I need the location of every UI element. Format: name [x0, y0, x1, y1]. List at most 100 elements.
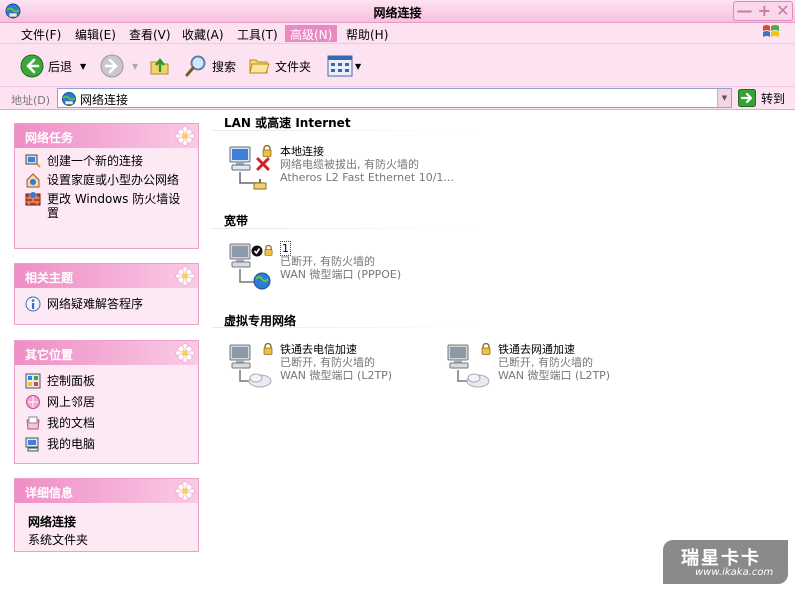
- connection-status: 已断开, 有防火墙的: [498, 356, 593, 369]
- windows-logo-icon: [763, 25, 779, 37]
- close-button[interactable]: ✕: [776, 3, 789, 19]
- menu-view[interactable]: 查看(V): [124, 25, 176, 42]
- up-folder-button[interactable]: [148, 53, 172, 79]
- menu-tools[interactable]: 工具(T): [232, 25, 283, 42]
- search-button[interactable]: 搜索: [184, 53, 236, 79]
- details-type: 系统文件夹: [28, 533, 89, 547]
- broadband-connection-icon: [229, 243, 273, 290]
- back-dropdown-icon[interactable]: ▼: [80, 62, 86, 71]
- connection-name: 铁通去电信加速: [280, 343, 357, 356]
- home-network-icon: [26, 173, 40, 188]
- connection-status: 已断开, 有防火墙的: [280, 356, 375, 369]
- connection-device: WAN 微型端口 (PPPOE): [280, 268, 402, 281]
- window-title: 网络连接: [373, 6, 422, 20]
- collapse-flower-icon[interactable]: [175, 343, 195, 363]
- maximize-button[interactable]: +: [758, 3, 771, 19]
- search-label: 搜索: [212, 59, 237, 74]
- address-label: 地址(D): [11, 94, 51, 107]
- views-button[interactable]: ▼: [327, 53, 361, 79]
- connection-name: 铁通去网通加速: [498, 343, 575, 356]
- other-places-header[interactable]: 其它位置: [15, 341, 198, 365]
- related-topics-panel: 相关主题 网络疑难解答程序: [14, 263, 199, 325]
- address-dropdown-icon[interactable]: ▼: [717, 89, 731, 107]
- menu-favorites[interactable]: 收藏(A): [177, 25, 229, 42]
- place-network-neighborhood[interactable]: 网上邻居: [25, 395, 192, 410]
- menu-bar: 文件(F) 编辑(E) 查看(V) 收藏(A) 工具(T) 高级(N) 帮助(H…: [0, 23, 795, 43]
- connection-local-area[interactable]: 本地连接 网络电缆被拔出, 有防火墙的 Atheros L2 Fast Ethe…: [228, 145, 454, 191]
- folders-button[interactable]: 文件夹: [247, 53, 311, 79]
- network-tasks-header[interactable]: 网络任务: [15, 124, 198, 148]
- related-topics-title: 相关主题: [25, 271, 74, 285]
- search-icon: [185, 55, 206, 77]
- new-connection-icon: [25, 154, 41, 168]
- network-connections-icon: [62, 92, 76, 106]
- place-my-computer[interactable]: 我的电脑: [25, 437, 192, 452]
- task-network-troubleshooter[interactable]: 网络疑难解答程序: [25, 296, 192, 312]
- forward-dropdown-icon[interactable]: ▼: [132, 62, 138, 71]
- group-title-lan: LAN 或高速 Internet: [224, 116, 351, 130]
- collapse-flower-icon[interactable]: [175, 266, 195, 286]
- menu-help[interactable]: 帮助(H): [341, 25, 393, 42]
- details-title: 详细信息: [25, 486, 74, 500]
- forward-button[interactable]: ▼: [100, 53, 138, 79]
- place-my-documents[interactable]: 我的文档: [25, 416, 192, 431]
- vpn-connection-icon: [229, 343, 273, 388]
- connection-status: 已断开, 有防火墙的: [280, 255, 375, 268]
- task-setup-home-network[interactable]: 设置家庭或小型办公网络: [25, 173, 192, 188]
- address-value: 网络连接: [80, 93, 129, 107]
- title-bar: 网络连接 — + ✕: [0, 0, 795, 23]
- task-create-connection[interactable]: 创建一个新的连接: [25, 154, 192, 169]
- my-documents-icon: [26, 416, 40, 430]
- group-title-broadband: 宽带: [224, 214, 249, 228]
- watermark: 瑞星卡卡 www.ikaka.com: [663, 540, 788, 584]
- task-pane: 网络任务 创建一个新的连接 设置家庭或小型办公网络 更改 Windows 防火墙…: [0, 111, 212, 592]
- other-places-panel: 其它位置 控制面板 网上邻居 我的文档 我的电脑: [14, 340, 199, 464]
- details-panel: 详细信息 网络连接 系统文件夹: [14, 478, 199, 552]
- collapse-flower-icon[interactable]: [175, 481, 195, 501]
- details-name: 网络连接: [28, 515, 77, 529]
- connection-vpn-telecom[interactable]: 铁通去电信加速 已断开, 有防火墙的 WAN 微型端口 (L2TP): [228, 343, 392, 389]
- back-arrow-icon: [20, 54, 44, 78]
- menu-edit[interactable]: 编辑(E): [70, 25, 121, 42]
- go-label: 转到: [761, 91, 786, 106]
- network-tasks-title: 网络任务: [25, 131, 74, 145]
- views-dropdown-icon[interactable]: ▼: [355, 62, 361, 71]
- group-divider: [212, 130, 480, 131]
- back-button[interactable]: 后退 ▼: [20, 53, 86, 79]
- vpn-connection-icon: [447, 343, 491, 388]
- network-places-icon: [26, 395, 40, 409]
- back-label: 后退: [48, 59, 73, 74]
- toolbar: 后退 ▼ ▼ 搜索 文件夹 ▼: [0, 43, 795, 86]
- group-divider: [212, 327, 480, 328]
- task-firewall-settings[interactable]: 更改 Windows 防火墙设置: [25, 192, 192, 220]
- connection-name: 1: [280, 241, 291, 256]
- other-places-title: 其它位置: [25, 348, 74, 362]
- up-folder-icon: [150, 58, 169, 75]
- collapse-flower-icon[interactable]: [175, 126, 195, 146]
- window-controls: — + ✕: [733, 1, 793, 21]
- group-divider: [212, 228, 480, 229]
- go-arrow-icon: [738, 89, 756, 107]
- menu-file[interactable]: 文件(F): [16, 25, 66, 42]
- minimize-button[interactable]: —: [737, 3, 753, 19]
- connection-name: 本地连接: [280, 145, 324, 158]
- my-computer-icon: [25, 437, 39, 452]
- address-field[interactable]: 网络连接 ▼: [57, 88, 732, 108]
- network-tasks-panel: 网络任务 创建一个新的连接 设置家庭或小型办公网络 更改 Windows 防火墙…: [14, 123, 199, 249]
- related-topics-header[interactable]: 相关主题: [15, 264, 198, 288]
- control-panel-icon: [25, 373, 41, 389]
- details-header[interactable]: 详细信息: [15, 479, 198, 503]
- connection-vpn-netcom[interactable]: 铁通去网通加速 已断开, 有防火墙的 WAN 微型端口 (L2TP): [446, 343, 610, 389]
- watermark-url: www.ikaka.com: [695, 567, 774, 578]
- place-control-panel[interactable]: 控制面板: [25, 373, 192, 389]
- views-icon: [327, 55, 353, 77]
- forward-arrow-icon: [100, 54, 124, 78]
- connection-device: WAN 微型端口 (L2TP): [280, 369, 393, 382]
- connection-broadband-1[interactable]: 1 已断开, 有防火墙的 WAN 微型端口 (PPPOE): [228, 241, 402, 290]
- info-icon: [25, 296, 41, 312]
- address-bar: 地址(D) 网络连接 ▼ 转到: [0, 86, 795, 110]
- go-button[interactable]: 转到: [738, 89, 785, 107]
- folders-label: 文件夹: [275, 59, 312, 74]
- menu-advanced[interactable]: 高级(N): [285, 25, 338, 42]
- firewall-icon: [25, 192, 41, 206]
